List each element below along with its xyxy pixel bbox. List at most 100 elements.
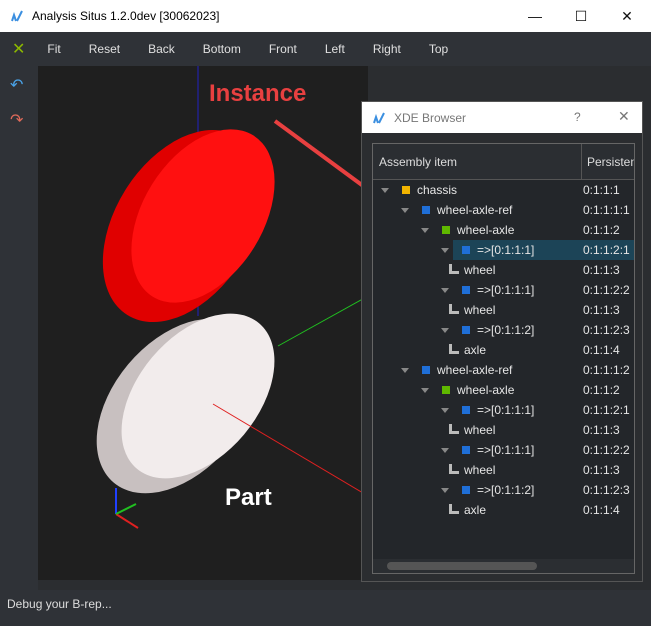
tree-item-label: chassis	[417, 183, 458, 197]
tree-row[interactable]: =>[0:1:1:2] 0:1:1:2:3	[373, 480, 634, 500]
expand-arrow-icon[interactable]	[441, 488, 449, 493]
close-x-icon[interactable]: ✕	[12, 39, 25, 59]
node-square-icon	[402, 186, 410, 194]
part-leaf-icon	[449, 304, 459, 314]
persistent-id: 0:1:1:3	[583, 303, 620, 317]
tree-row[interactable]: =>[0:1:1:1] 0:1:1:2:2	[373, 440, 634, 460]
tree-row[interactable]: wheel-axle 0:1:1:2	[373, 220, 634, 240]
tree-row[interactable]: wheel-axle-ref 0:1:1:1:1	[373, 200, 634, 220]
help-button[interactable]: ?	[574, 110, 581, 124]
tree-row[interactable]: =>[0:1:1:1] 0:1:1:2:1	[373, 240, 634, 260]
tree-item-label: =>[0:1:1:2]	[477, 483, 535, 497]
persistent-id: 0:1:1:4	[583, 343, 620, 357]
column-header-persistent[interactable]: Persistent	[587, 155, 634, 169]
title-bar: Analysis Situs 1.2.0dev [30062023] — ☐ ✕	[0, 0, 651, 32]
tree-row[interactable]: chassis 0:1:1:1	[373, 180, 634, 200]
tree-row[interactable]: wheel 0:1:1:3	[373, 260, 634, 280]
persistent-id: 0:1:1:1	[583, 183, 620, 197]
expand-arrow-icon[interactable]	[441, 248, 449, 253]
expand-arrow-icon[interactable]	[421, 388, 429, 393]
expand-arrow-icon[interactable]	[441, 408, 449, 413]
part-leaf-icon	[449, 464, 459, 474]
fit-button[interactable]: Fit	[33, 42, 74, 56]
tree-row[interactable]: =>[0:1:1:1] 0:1:1:2:2	[373, 280, 634, 300]
undo-icon[interactable]: ↶	[10, 75, 23, 95]
tree-row[interactable]: wheel 0:1:1:3	[373, 300, 634, 320]
top-view-button[interactable]: Top	[415, 42, 462, 56]
tree-item-label: wheel-axle	[457, 383, 515, 397]
tree-item-label: wheel	[464, 463, 496, 477]
expand-arrow-icon[interactable]	[441, 328, 449, 333]
redo-icon[interactable]: ↷	[10, 110, 23, 130]
tree-row[interactable]: =>[0:1:1:2] 0:1:1:2:3	[373, 320, 634, 340]
persistent-id: 0:1:1:2:3	[583, 323, 630, 337]
expand-arrow-icon[interactable]	[401, 208, 409, 213]
expand-arrow-icon[interactable]	[441, 448, 449, 453]
node-square-icon	[462, 486, 470, 494]
node-square-icon	[462, 246, 470, 254]
window-title: Analysis Situs 1.2.0dev [30062023]	[32, 9, 220, 23]
instance-arrow	[273, 119, 440, 243]
persistent-id: 0:1:1:1:1	[583, 203, 630, 217]
front-view-button[interactable]: Front	[255, 42, 311, 56]
tree-item-label: =>[0:1:1:1]	[477, 243, 535, 257]
maximize-button[interactable]: ☐	[558, 0, 604, 32]
persistent-id: 0:1:1:2:2	[583, 443, 630, 457]
persistent-id: 0:1:1:3	[583, 263, 620, 277]
right-view-button[interactable]: Right	[359, 42, 415, 56]
tree-item-label: wheel-axle	[457, 223, 515, 237]
tree-item-label: axle	[464, 503, 487, 517]
tree-item-label: =>[0:1:1:2]	[477, 323, 535, 337]
column-header-assembly-item[interactable]: Assembly item	[379, 155, 457, 169]
node-square-icon	[422, 206, 430, 214]
xde-browser-dialog: XDE Browser ? ✕ Assembly item Persistent…	[361, 101, 643, 582]
node-square-icon	[462, 446, 470, 454]
tree-row[interactable]: axle 0:1:1:4	[373, 340, 634, 360]
bottom-view-button[interactable]: Bottom	[189, 42, 255, 56]
part-leaf-icon	[449, 264, 459, 274]
close-button[interactable]: ✕	[604, 0, 650, 32]
x-axis-line	[212, 403, 369, 497]
node-square-icon	[462, 326, 470, 334]
node-square-icon	[462, 406, 470, 414]
minimize-button[interactable]: —	[512, 0, 558, 32]
left-sidebar: ↶ ↷	[0, 66, 38, 590]
part-leaf-icon	[449, 424, 459, 434]
horizontal-scrollbar[interactable]	[373, 559, 634, 573]
tree-row[interactable]: axle 0:1:1:4	[373, 500, 634, 520]
back-view-button[interactable]: Back	[134, 42, 189, 56]
scene	[96, 66, 440, 529]
3d-viewport[interactable]: Instance Part	[38, 66, 440, 580]
node-square-icon	[462, 286, 470, 294]
persistent-id: 0:1:1:2:1	[583, 243, 630, 257]
persistent-id: 0:1:1:2:1	[583, 403, 630, 417]
left-view-button[interactable]: Left	[311, 42, 359, 56]
tree-item-label: wheel-axle-ref	[437, 363, 513, 377]
tree-item-label: =>[0:1:1:1]	[477, 403, 535, 417]
y-axis-line	[277, 295, 369, 347]
app-logo-icon	[11, 10, 23, 22]
instance-label: Instance	[209, 80, 307, 107]
persistent-id: 0:1:1:2	[583, 383, 620, 397]
part-leaf-icon	[449, 344, 459, 354]
axes-triad-icon	[115, 488, 139, 529]
tree-item-label: wheel	[464, 423, 496, 437]
expand-arrow-icon[interactable]	[381, 188, 389, 193]
assembly-tree[interactable]: Assembly item Persistent chassis 0:1:1:1 w…	[372, 143, 635, 574]
persistent-id: 0:1:1:1:2	[583, 363, 630, 377]
tree-item-label: wheel	[464, 303, 496, 317]
tree-row[interactable]: wheel-axle 0:1:1:2	[373, 380, 634, 400]
status-bar: Debug your B-rep...	[0, 590, 651, 626]
tree-row[interactable]: wheel-axle-ref 0:1:1:1:2	[373, 360, 634, 380]
xde-title: XDE Browser	[394, 110, 467, 125]
view-toolbar: ✕ Fit Reset Back Bottom Front Left Right…	[0, 32, 651, 66]
tree-row[interactable]: wheel 0:1:1:3	[373, 420, 634, 440]
tree-row[interactable]: =>[0:1:1:1] 0:1:1:2:1	[373, 400, 634, 420]
xde-close-button[interactable]: ✕	[618, 108, 630, 125]
reset-button[interactable]: Reset	[75, 42, 134, 56]
expand-arrow-icon[interactable]	[401, 368, 409, 373]
expand-arrow-icon[interactable]	[421, 228, 429, 233]
tree-row[interactable]: wheel 0:1:1:3	[373, 460, 634, 480]
expand-arrow-icon[interactable]	[441, 288, 449, 293]
tree-item-label: =>[0:1:1:1]	[477, 443, 535, 457]
